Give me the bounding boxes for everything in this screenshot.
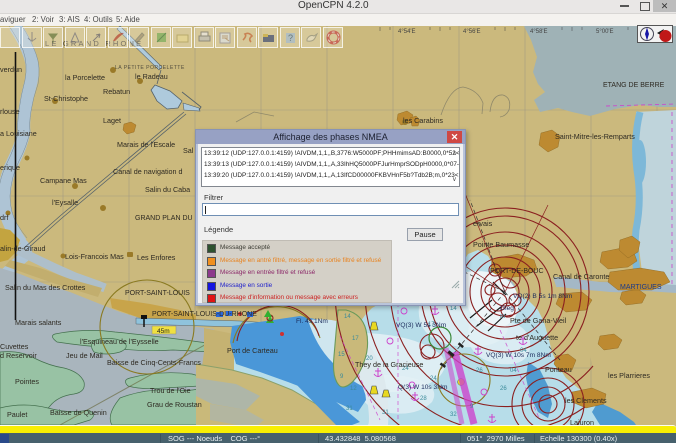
svg-text:rlouse: rlouse — [0, 107, 20, 116]
svg-text:31: 31 — [382, 410, 389, 416]
svg-text:They de la Gracieuse: They de la Gracieuse — [355, 360, 423, 369]
svg-text:GRAND PLAN DU: GRAND PLAN DU — [135, 215, 193, 222]
svg-text:drf: drf — [0, 213, 8, 222]
svg-text:Marais de l'Escale: Marais de l'Escale — [117, 140, 175, 149]
svg-text:26: 26 — [500, 386, 507, 392]
svg-text:24: 24 — [430, 376, 437, 382]
svg-text:Canal de navigation d: Canal de navigation d — [113, 167, 183, 176]
svg-text:31: 31 — [346, 406, 353, 412]
svg-text:Q(3) W 10s 3Nm: Q(3) W 10s 3Nm — [398, 384, 448, 391]
svg-text:Grau de Roustan: Grau de Roustan — [147, 400, 202, 409]
svg-text:le Radeau: le Radeau — [135, 72, 168, 81]
svg-text:Saint-Mitre-les-Remparts: Saint-Mitre-les-Remparts — [555, 132, 635, 141]
svg-text:VQ(3) W 10s 7m 8Nm: VQ(3) W 10s 7m 8Nm — [486, 352, 551, 359]
svg-text:04: 04 — [510, 368, 517, 374]
svg-text:LA PETITE PORCELETTE: LA PETITE PORCELETTE — [115, 65, 185, 71]
svg-text:Salin du Mas des Crottes: Salin du Mas des Crottes — [5, 283, 86, 292]
svg-text:VQ(2) B 5s 1m 8Nm: VQ(2) B 5s 1m 8Nm — [513, 293, 573, 300]
svg-text:45m: 45m — [157, 328, 170, 335]
svg-text:17: 17 — [352, 336, 359, 342]
svg-text:Baisse de Cinq-Cents-Francs: Baisse de Cinq-Cents-Francs — [107, 358, 201, 367]
svg-text:32: 32 — [450, 412, 457, 418]
svg-text:Pte de Gana-Vieil: Pte de Gana-Vieil — [510, 316, 567, 325]
svg-text:Ponteau: Ponteau — [545, 365, 572, 374]
svg-text:26: 26 — [476, 368, 483, 374]
svg-text:St-Christophe: St-Christophe — [44, 94, 88, 103]
svg-text:Laget: Laget — [103, 116, 121, 125]
svg-text:?: ? — [288, 33, 293, 43]
svg-text:ETANG DE BERRE: ETANG DE BERRE — [603, 82, 665, 89]
svg-text:PORT-SAINT-LOUIS-DU-RHONE: PORT-SAINT-LOUIS-DU-RHONE — [152, 311, 257, 318]
svg-text:les Plarrieres: les Plarrieres — [608, 371, 650, 380]
svg-text:4°58'E: 4°58'E — [530, 29, 548, 35]
svg-text:erique: erique — [0, 163, 20, 172]
svg-text:Les Enfores: Les Enfores — [137, 253, 176, 262]
svg-text:verdun: verdun — [0, 65, 22, 74]
svg-text:VQ(3) W 5s 3Nm: VQ(3) W 5s 3Nm — [396, 322, 447, 329]
svg-text:Lajuron: Lajuron — [570, 418, 594, 425]
svg-text:Lois-Francois Mas: Lois-Francois Mas — [65, 252, 124, 261]
svg-text:Pointe Baumasse: Pointe Baumasse — [473, 240, 529, 249]
svg-text:14: 14 — [450, 306, 457, 312]
svg-text:d Reservoir: d Reservoir — [0, 351, 37, 360]
svg-text:les Carabins: les Carabins — [403, 116, 443, 125]
svg-text:alin-de-Giraud: alin-de-Giraud — [0, 244, 46, 253]
svg-text:14: 14 — [344, 314, 351, 320]
svg-text:Port de Carteau: Port de Carteau — [227, 346, 278, 355]
svg-text:PORT-SAINT-LOUIS: PORT-SAINT-LOUIS — [125, 290, 190, 297]
svg-text:Trou de l'Oie: Trou de l'Oie — [150, 386, 191, 395]
svg-text:ervais: ervais — [473, 219, 493, 228]
svg-text:les Clements: les Clements — [565, 396, 607, 405]
svg-text:l'Esquineau de l'Eysselle: l'Esquineau de l'Eysselle — [80, 337, 159, 346]
svg-text:Cuvettes: Cuvettes — [0, 342, 29, 351]
svg-text:12: 12 — [350, 386, 357, 392]
svg-text:Baisse de Quenin: Baisse de Quenin — [50, 408, 107, 417]
svg-text:Paulet: Paulet — [7, 410, 27, 419]
svg-text:m: m — [500, 314, 505, 320]
svg-text:Sal: Sal — [183, 146, 194, 155]
svg-text:te d'Auguette: te d'Auguette — [516, 333, 558, 342]
svg-text:Marais salants: Marais salants — [15, 318, 62, 327]
svg-text:l'Eysalle: l'Eysalle — [52, 198, 78, 207]
svg-text:4°54'E: 4°54'E — [398, 29, 416, 35]
svg-text:PORT-DE-BOUC: PORT-DE-BOUC — [490, 268, 544, 275]
svg-text:Rebatun: Rebatun — [103, 87, 130, 96]
svg-text:Fl. 4s 1Nm: Fl. 4s 1Nm — [296, 318, 328, 325]
svg-text:Pointes: Pointes — [15, 377, 39, 386]
svg-text:Campane Mas: Campane Mas — [40, 176, 87, 185]
svg-text:4°56'E: 4°56'E — [463, 29, 481, 35]
svg-text:Salin du Caba: Salin du Caba — [145, 185, 190, 194]
svg-text:28: 28 — [420, 396, 427, 402]
svg-text:a Louisiane: a Louisiane — [0, 129, 37, 138]
svg-text:15: 15 — [338, 352, 345, 358]
svg-text:Gleg: Gleg — [500, 305, 514, 312]
svg-text:MARTIGUES: MARTIGUES — [620, 284, 662, 291]
svg-text:Jeu de Mail: Jeu de Mail — [66, 351, 103, 360]
svg-text:5°00'E: 5°00'E — [596, 29, 614, 35]
svg-text:Canal de Caronte: Canal de Caronte — [553, 272, 609, 281]
svg-text:la Porcelette: la Porcelette — [65, 73, 105, 82]
